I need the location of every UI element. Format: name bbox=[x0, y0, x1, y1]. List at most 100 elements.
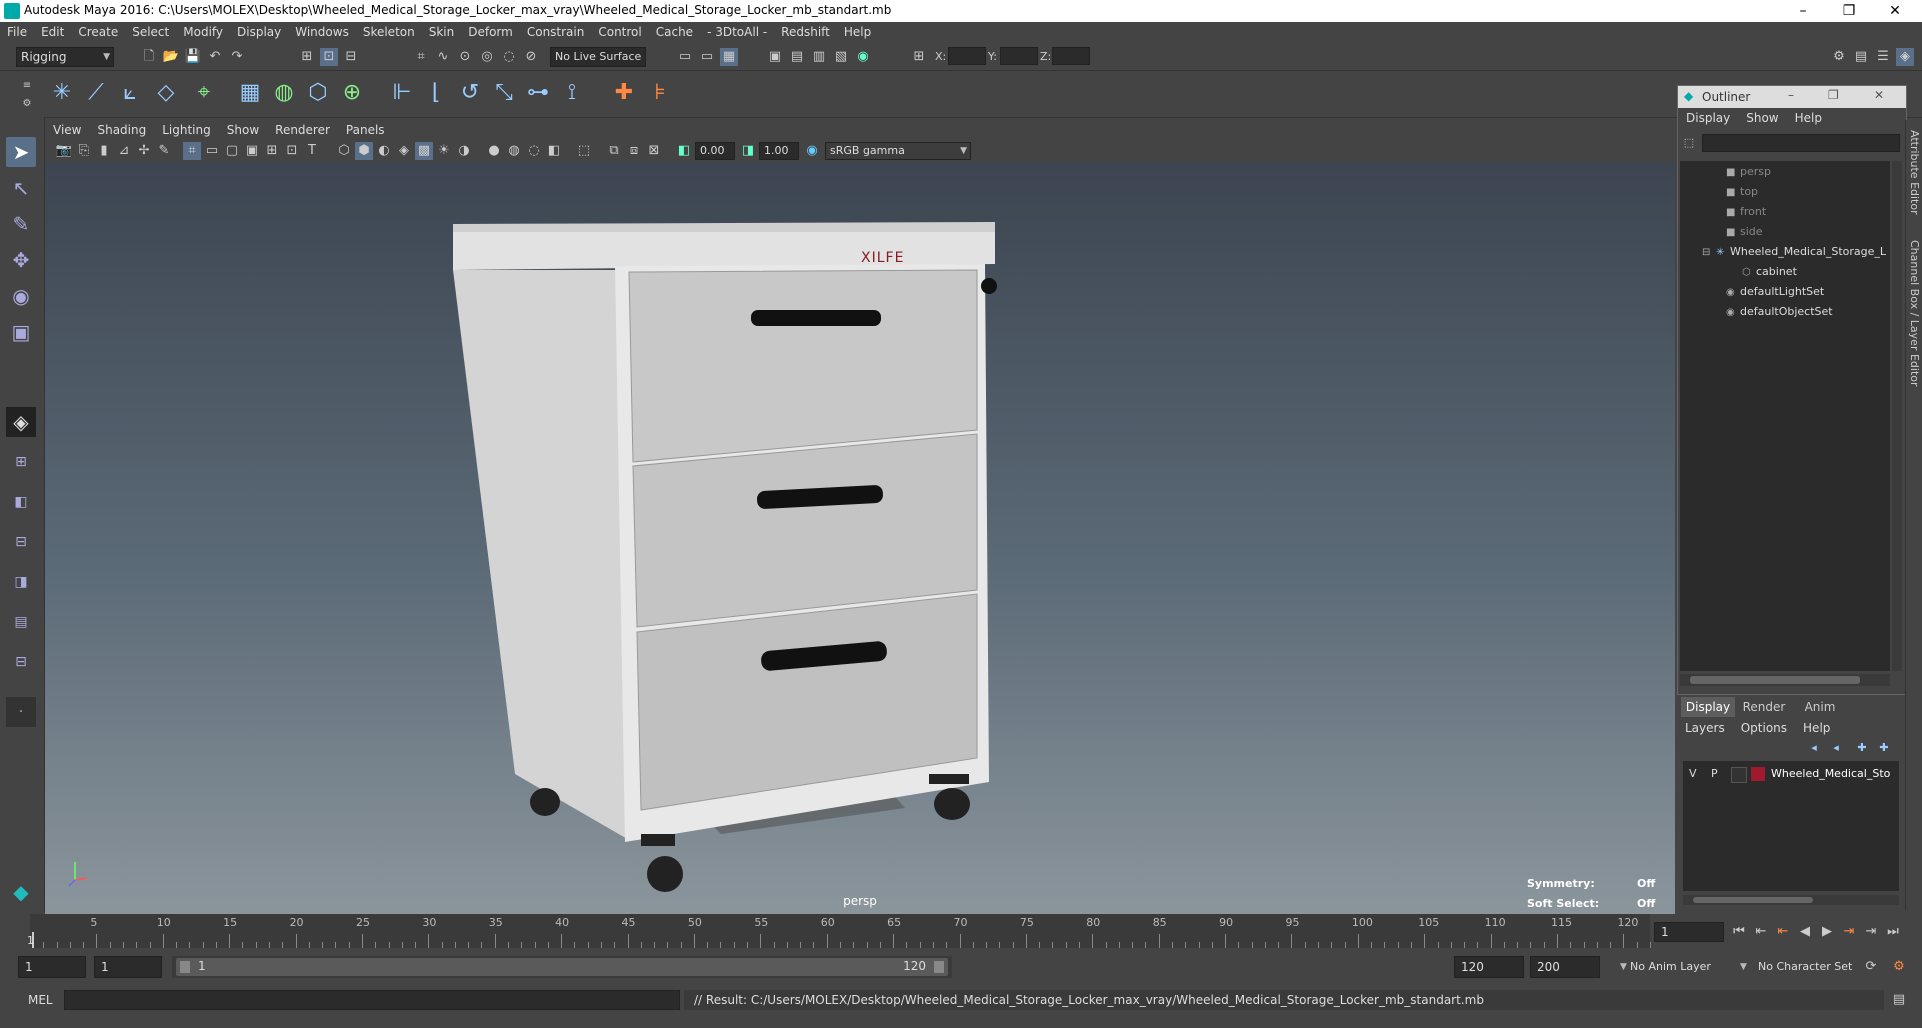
tree-node-default-object-set[interactable]: ◉ defaultObjectSet bbox=[1726, 305, 1833, 318]
render-frame-icon[interactable]: ▤ bbox=[788, 48, 806, 66]
menu-set-dropdown[interactable]: Rigging ▼ bbox=[16, 47, 114, 67]
outliner-search-input[interactable] bbox=[1702, 134, 1900, 152]
menu-help[interactable]: Help bbox=[837, 22, 878, 43]
outliner-vertical-scrollbar[interactable] bbox=[1892, 161, 1902, 671]
menu-redshift[interactable]: Redshift bbox=[774, 22, 837, 43]
layer-menu-help[interactable]: Help bbox=[1795, 719, 1838, 737]
ik-spline-icon[interactable]: ⟀ bbox=[116, 79, 144, 107]
layout-graph-icon[interactable]: ▤ bbox=[6, 607, 36, 637]
time-slider[interactable]: 5 10 15 20 25 30 35 40 45 50 55 60 65 70 75 80 85 90 95 100… bbox=[0, 914, 1922, 950]
xray-icon[interactable]: ⧉ bbox=[605, 142, 623, 160]
aim-constraint-icon[interactable]: ⊶ bbox=[524, 79, 552, 107]
layer-scroll-thumb[interactable] bbox=[1693, 897, 1813, 903]
play-forwards-icon[interactable]: ▶ bbox=[1818, 923, 1836, 941]
shelf-menu-icon[interactable]: ≡ bbox=[18, 77, 36, 95]
outliner-minimize-button[interactable]: – bbox=[1788, 88, 1794, 102]
menu-deform[interactable]: Deform bbox=[461, 22, 520, 43]
lasso-tool-icon[interactable]: ↖ bbox=[6, 173, 36, 203]
select-object-icon[interactable]: ⊡ bbox=[320, 48, 338, 66]
outliner-maximize-button[interactable]: ❐ bbox=[1828, 88, 1839, 102]
set-driven-key-icon[interactable]: ⊧ bbox=[646, 79, 674, 107]
view-transform-dropdown[interactable]: sRGB gamma ▼ bbox=[825, 142, 971, 160]
backface-culling-icon[interactable]: ⊠ bbox=[645, 142, 663, 160]
layer-color-swatch[interactable] bbox=[1751, 767, 1765, 781]
grid-icon[interactable]: ⌗ bbox=[183, 142, 201, 160]
point-constraint-icon[interactable]: ⌊ bbox=[422, 79, 450, 107]
wireframe-on-shaded-icon[interactable]: ◈ bbox=[395, 142, 413, 160]
undo-icon[interactable]: ↶ bbox=[206, 48, 224, 66]
paint-select-tool-icon[interactable]: ✎ bbox=[6, 209, 36, 239]
shadows-icon[interactable]: ◑ bbox=[455, 142, 473, 160]
channel-box-tab[interactable]: Channel Box / Layer Editor bbox=[1908, 240, 1921, 387]
tree-node-persp[interactable]: ■ persp bbox=[1726, 165, 1771, 178]
range-bar[interactable]: 1 120 bbox=[172, 956, 952, 978]
snap-surface-icon[interactable]: ◌ bbox=[500, 48, 518, 66]
menu-modify[interactable]: Modify bbox=[176, 22, 230, 43]
gamma-icon[interactable]: ◨ bbox=[739, 142, 757, 160]
menu-select[interactable]: Select bbox=[125, 22, 176, 43]
outliner-scroll-thumb[interactable] bbox=[1690, 676, 1860, 684]
use-all-lights-icon[interactable]: ☀ bbox=[435, 142, 453, 160]
go-to-start-icon[interactable]: ⏮ bbox=[1730, 923, 1748, 941]
pole-vector-icon[interactable]: ⟟ bbox=[558, 79, 586, 107]
go-to-end-icon[interactable]: ⏭ bbox=[1884, 923, 1902, 941]
outliner-close-button[interactable]: ✕ bbox=[1874, 88, 1884, 102]
move-layer-up-icon[interactable]: ◂ bbox=[1805, 739, 1823, 757]
step-forward-icon[interactable]: ⇥ bbox=[1862, 923, 1880, 941]
collapse-icon[interactable]: ⊟ bbox=[1702, 247, 1716, 258]
select-camera-icon[interactable]: 📷 bbox=[55, 142, 73, 160]
color-management-icon[interactable]: ◉ bbox=[803, 142, 821, 160]
snap-curve-icon[interactable]: ∿ bbox=[434, 48, 452, 66]
depth-of-field-icon[interactable]: ◧ bbox=[545, 142, 563, 160]
character-set-dropdown[interactable]: ▼ No Character Set bbox=[1740, 956, 1870, 978]
viewport-menu-renderer[interactable]: Renderer bbox=[267, 120, 338, 140]
layer-horizontal-scrollbar[interactable] bbox=[1683, 895, 1899, 905]
viewport-menu-panels[interactable]: Panels bbox=[338, 120, 393, 140]
restore-button[interactable]: ❐ bbox=[1826, 0, 1872, 22]
viewport-menu-shading[interactable]: Shading bbox=[89, 120, 154, 140]
bookmarks-icon[interactable]: ▮ bbox=[95, 142, 113, 160]
menu-control[interactable]: Control bbox=[591, 22, 648, 43]
outliner-horizontal-scrollbar[interactable] bbox=[1680, 674, 1890, 686]
layout-four-icon[interactable]: ⊞ bbox=[6, 447, 36, 477]
render-settings-icon[interactable]: ▧ bbox=[832, 48, 850, 66]
tree-node-side[interactable]: ■ side bbox=[1726, 225, 1763, 238]
wireframe-icon[interactable]: ⬡ bbox=[335, 142, 353, 160]
safe-title-icon[interactable]: T bbox=[303, 142, 321, 160]
layer-type-toggle[interactable] bbox=[1731, 767, 1747, 783]
layout-outliner-icon[interactable]: ⊟ bbox=[6, 647, 36, 677]
outliner-menu-display[interactable]: Display bbox=[1678, 108, 1738, 128]
new-scene-icon[interactable]: 🗋 bbox=[140, 48, 158, 66]
layer-playback-toggle[interactable]: P bbox=[1711, 767, 1718, 780]
resolution-gate-icon[interactable]: ▢ bbox=[223, 142, 241, 160]
playback-end-field[interactable]: 120 bbox=[1454, 956, 1524, 978]
channel-box-toggle-icon[interactable]: ◈ bbox=[1896, 48, 1914, 66]
y-field[interactable] bbox=[1000, 47, 1038, 65]
tree-node-front[interactable]: ■ front bbox=[1726, 205, 1766, 218]
animation-start-field[interactable]: 1 bbox=[18, 956, 86, 978]
snap-point-icon[interactable]: ⊙ bbox=[456, 48, 474, 66]
animation-end-field[interactable]: 200 bbox=[1530, 956, 1600, 978]
menu-3dtoall[interactable]: - 3DtoAll - bbox=[700, 22, 774, 43]
layout-persp-outliner-icon[interactable]: ◧ bbox=[6, 487, 36, 517]
gamma-field[interactable]: 1.00 bbox=[759, 142, 799, 160]
input-ops-icon[interactable]: ▭ bbox=[676, 48, 694, 66]
menu-file[interactable]: File bbox=[0, 22, 34, 43]
layer-menu-layers[interactable]: Layers bbox=[1677, 719, 1733, 737]
close-button[interactable]: ✕ bbox=[1872, 0, 1918, 22]
bind-skin-icon[interactable]: ⌖ bbox=[190, 79, 218, 107]
open-scene-icon[interactable]: 📂 bbox=[162, 48, 180, 66]
scale-constraint-icon[interactable]: ⤡ bbox=[490, 79, 518, 107]
gate-mask-icon[interactable]: ▣ bbox=[243, 142, 261, 160]
safe-action-icon[interactable]: ⊡ bbox=[283, 142, 301, 160]
ipr-render-icon[interactable]: ▥ bbox=[810, 48, 828, 66]
play-backwards-icon[interactable]: ◀ bbox=[1796, 923, 1814, 941]
modeling-toolkit-icon[interactable]: ⚙ bbox=[1830, 48, 1848, 66]
tree-node-cabinet[interactable]: ⬡ cabinet bbox=[1742, 265, 1797, 278]
image-plane-icon[interactable]: ⊿ bbox=[115, 142, 133, 160]
anim-layer-dropdown[interactable]: ▼ No Anim Layer bbox=[1620, 956, 1750, 978]
layout-single-icon[interactable]: ◈ bbox=[6, 407, 36, 437]
screen-space-ao-icon[interactable]: ● bbox=[485, 142, 503, 160]
viewport-menu-show[interactable]: Show bbox=[219, 120, 267, 140]
anti-aliasing-icon[interactable]: ◌ bbox=[525, 142, 543, 160]
